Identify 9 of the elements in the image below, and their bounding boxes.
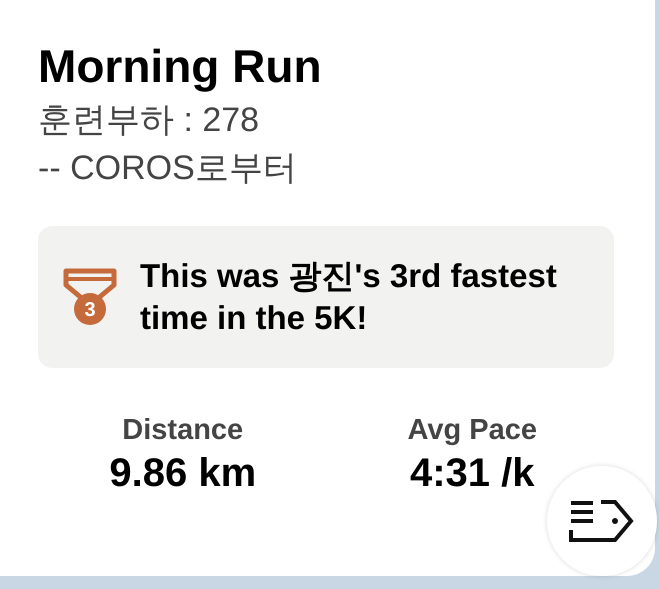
stat-value: 4:31 /k <box>410 450 535 497</box>
stat-label: Avg Pace <box>408 413 537 448</box>
tag-icon <box>569 499 635 543</box>
stat-label: Distance <box>122 413 244 448</box>
stat-value: 9.86 km <box>109 450 256 497</box>
activity-detail: 훈련부하 : 278 <box>38 100 260 141</box>
achievement-text: This was 광진's 3rd fastest time in the 5K! <box>140 256 558 338</box>
activity-title: Morning Run <box>38 39 323 94</box>
activity-detail: -- COROS로부터 <box>38 148 298 189</box>
